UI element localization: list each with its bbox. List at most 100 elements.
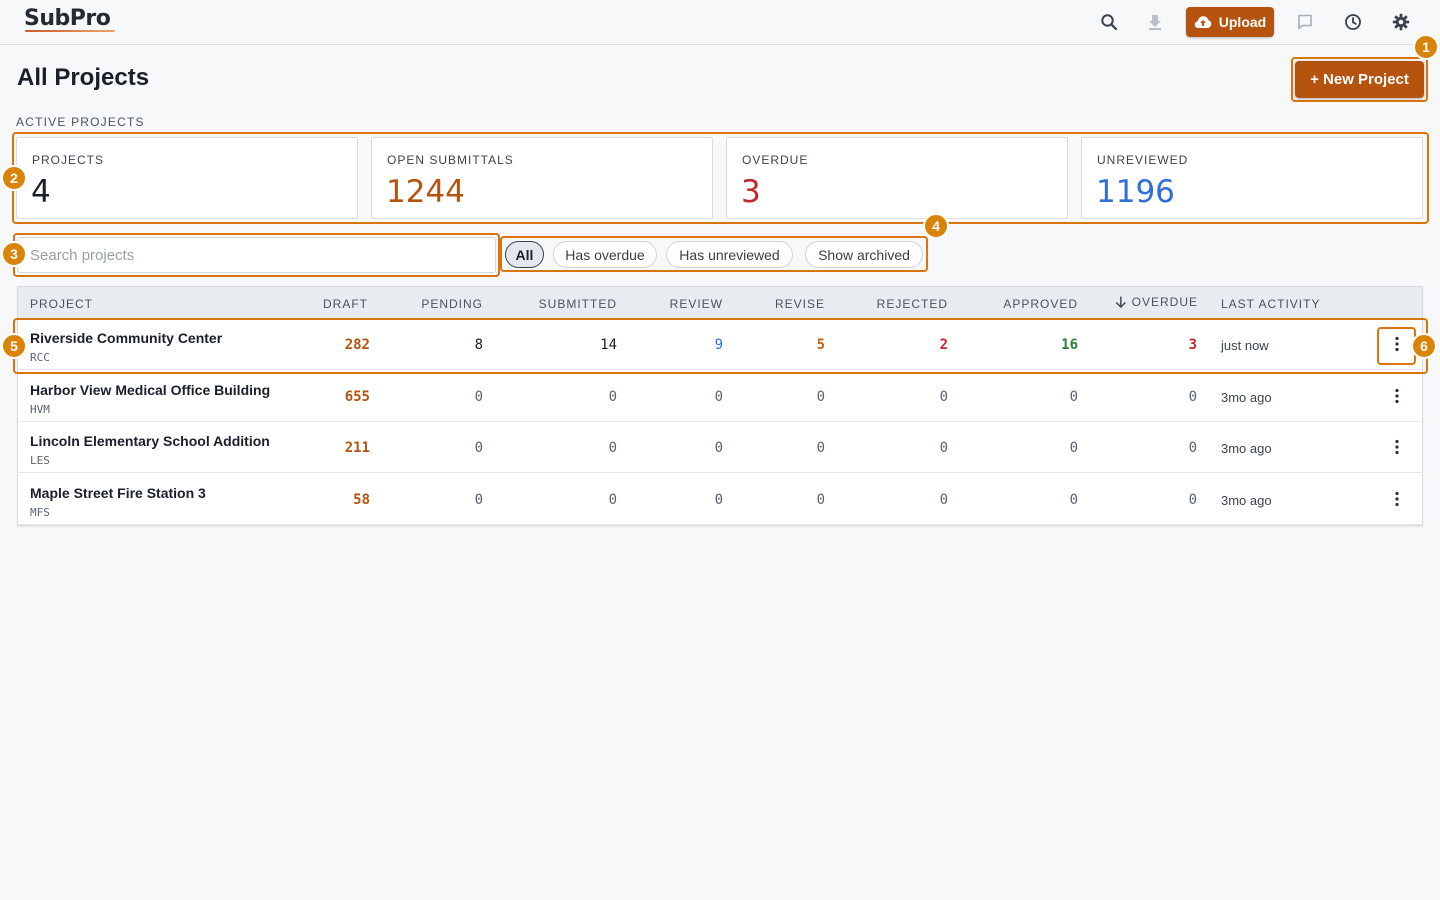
kebab-menu-icon	[1395, 439, 1399, 455]
gear-icon[interactable]	[1389, 10, 1413, 34]
column-header-revise[interactable]: REVISE	[725, 297, 825, 311]
clock-icon[interactable]	[1341, 10, 1365, 34]
sort-descending-icon	[1115, 295, 1126, 308]
project-code: HVM	[30, 402, 50, 416]
upload-button[interactable]: Upload	[1186, 7, 1274, 37]
project-name[interactable]: Riverside Community Center	[30, 330, 222, 346]
stat-card-unreviewed: UNREVIEWED 1196	[1081, 137, 1423, 219]
stat-label: PROJECTS	[32, 153, 105, 167]
column-header-rejected[interactable]: REJECTED	[848, 297, 948, 311]
column-header-draft[interactable]: DRAFT	[268, 297, 368, 311]
cell-review: 9	[714, 337, 723, 353]
stat-label: OPEN SUBMITTALS	[387, 153, 514, 167]
cell-approved: 0	[1069, 388, 1078, 405]
kebab-menu-icon	[1395, 336, 1399, 352]
cell-submitted: 14	[600, 337, 617, 353]
stat-value: 3	[741, 174, 761, 210]
column-header-overdue[interactable]: OVERDUE	[1115, 295, 1198, 309]
last-activity: just now	[1221, 338, 1269, 353]
cell-pending: 0	[474, 491, 483, 508]
cell-pending: 0	[474, 388, 483, 405]
logo-underline	[25, 30, 115, 32]
table-row[interactable]: Riverside Community Center RCC 282 8 14 9 5 2 16…	[18, 319, 1422, 370]
stat-value: 4	[31, 174, 51, 210]
cell-approved: 16	[1061, 337, 1078, 353]
table-row[interactable]: Harbor View Medical Office Building HVM 65…	[18, 371, 1422, 422]
cell-draft: 58	[353, 491, 370, 508]
cell-revise: 0	[816, 440, 825, 456]
filter-chip-has-overdue[interactable]: Has overdue	[553, 241, 657, 268]
column-header-review[interactable]: REVIEW	[623, 297, 723, 311]
project-code: RCC	[30, 351, 50, 364]
cell-pending: 0	[474, 440, 483, 456]
column-header-pending[interactable]: PENDING	[383, 297, 483, 311]
page-title: All Projects	[17, 64, 150, 91]
cell-review: 0	[714, 491, 723, 508]
last-activity: 3mo ago	[1221, 389, 1272, 405]
cell-approved: 0	[1069, 440, 1078, 456]
table-row[interactable]: Lincoln Elementary School Addition LES 211…	[18, 422, 1422, 473]
cell-overdue: 0	[1188, 440, 1197, 456]
section-label: ACTIVE PROJECTS	[16, 115, 145, 129]
upload-cloud-icon	[1194, 16, 1212, 28]
cell-approved: 0	[1069, 491, 1078, 508]
cell-submitted: 0	[608, 388, 617, 405]
table-row[interactable]: Maple Street Fire Station 3 MFS 58 0 0 0 0 0 0 0 3…	[18, 474, 1422, 525]
upload-label: Upload	[1218, 14, 1267, 30]
cell-rejected: 0	[939, 440, 948, 456]
filter-chip-has-unreviewed[interactable]: Has unreviewed	[666, 241, 793, 268]
column-header-approved[interactable]: APPROVED	[978, 297, 1078, 311]
download-icon[interactable]	[1143, 10, 1167, 34]
column-header-overdue-label: OVERDUE	[1131, 295, 1198, 309]
annotation-badge-6: 6	[1411, 333, 1437, 359]
cell-review: 0	[714, 388, 723, 405]
project-code: MFS	[30, 505, 50, 519]
row-menu-button[interactable]	[1386, 384, 1408, 408]
project-name[interactable]: Harbor View Medical Office Building	[30, 382, 270, 398]
stat-label: OVERDUE	[742, 153, 809, 167]
last-activity: 3mo ago	[1221, 492, 1272, 508]
column-header-submitted[interactable]: SUBMITTED	[517, 297, 617, 311]
filter-chip-show-archived[interactable]: Show archived	[805, 241, 923, 268]
cell-rejected: 2	[939, 337, 948, 353]
row-menu-button[interactable]	[1386, 332, 1408, 356]
comment-icon[interactable]	[1293, 10, 1317, 34]
annotation-badge-3: 3	[1, 241, 27, 267]
annotation-badge-2: 2	[1, 165, 27, 191]
cell-draft: 655	[344, 388, 370, 405]
project-name[interactable]: Lincoln Elementary School Addition	[30, 433, 270, 449]
annotation-badge-1: 1	[1413, 34, 1439, 60]
column-header-last-activity[interactable]: LAST ACTIVITY	[1221, 297, 1320, 311]
cell-submitted: 0	[608, 491, 617, 508]
row-menu-button[interactable]	[1386, 487, 1408, 511]
kebab-menu-icon	[1395, 388, 1399, 403]
app-logo[interactable]: SubPro	[24, 6, 111, 31]
row-menu-button[interactable]	[1386, 435, 1408, 459]
stat-card-overdue: OVERDUE 3	[726, 137, 1068, 219]
filter-chip-all[interactable]: All	[505, 241, 544, 268]
cell-overdue: 0	[1188, 388, 1197, 405]
new-project-button[interactable]: + New Project	[1295, 61, 1424, 98]
stat-label: UNREVIEWED	[1097, 153, 1189, 167]
project-name[interactable]: Maple Street Fire Station 3	[30, 485, 206, 501]
search-input[interactable]	[17, 237, 496, 273]
table-header: PROJECT DRAFT PENDING SUBMITTED REVIEW R…	[18, 287, 1422, 319]
cell-overdue: 3	[1188, 337, 1197, 353]
project-code: LES	[30, 454, 50, 467]
cell-revise: 0	[816, 491, 825, 508]
search-icon[interactable]	[1097, 10, 1121, 34]
cell-rejected: 0	[939, 491, 948, 508]
column-header-project[interactable]: PROJECT	[30, 297, 93, 311]
stat-value: 1244	[386, 174, 465, 210]
annotation-badge-5: 5	[1, 333, 27, 359]
cell-draft: 211	[344, 440, 370, 456]
cell-review: 0	[714, 440, 723, 456]
last-activity: 3mo ago	[1221, 441, 1272, 456]
stat-card-open-submittals: OPEN SUBMITTALS 1244	[371, 137, 713, 219]
cell-draft: 282	[344, 337, 370, 353]
stat-value: 1196	[1096, 174, 1175, 210]
cell-revise: 5	[816, 337, 825, 353]
cell-rejected: 0	[939, 388, 948, 405]
cell-overdue: 0	[1188, 491, 1197, 508]
cell-submitted: 0	[608, 440, 617, 456]
